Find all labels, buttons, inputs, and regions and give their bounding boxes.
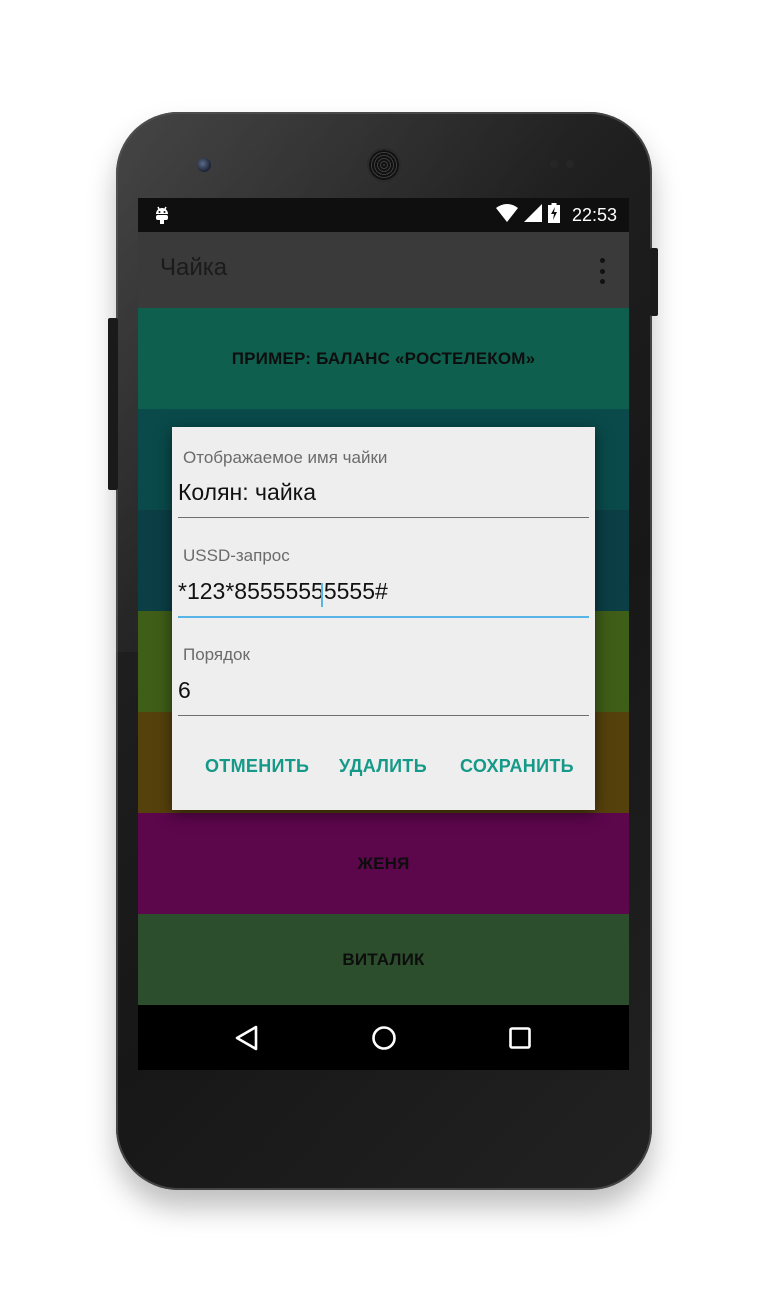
list-item-label: ВИТАЛИК — [342, 949, 425, 969]
back-icon[interactable] — [232, 1023, 262, 1053]
status-time: 22:53 — [571, 204, 617, 225]
order-field-label: Порядок — [183, 645, 250, 664]
list-item[interactable]: ПРИМЕР: БАЛАНС «РОСТЕЛЕКОМ» — [138, 308, 629, 409]
cancel-button[interactable]: ОТМЕНИТЬ — [205, 756, 309, 777]
home-icon[interactable] — [369, 1023, 399, 1053]
proximity-sensor — [550, 160, 558, 168]
navigation-bar — [138, 1005, 629, 1070]
volume-button — [108, 318, 118, 490]
ussd-field-label: USSD-запрос — [183, 546, 290, 565]
name-field-underline — [178, 517, 589, 518]
name-field-label: Отображаемое имя чайки — [183, 448, 388, 467]
light-sensor — [566, 160, 574, 168]
signal-icon — [523, 204, 542, 226]
android-debug-icon — [154, 206, 170, 228]
front-camera — [197, 158, 211, 172]
battery-charging-icon — [547, 203, 560, 227]
app-title: Чайка — [160, 254, 228, 281]
ussd-field[interactable]: *123*85555555555# — [178, 578, 388, 605]
overflow-menu-icon[interactable] — [597, 258, 607, 284]
list-item-label: ЖЕНЯ — [357, 853, 410, 873]
ussd-field-underline — [178, 616, 589, 618]
list-item-label: ПРИМЕР: БАЛАНС «РОСТЕЛЕКОМ» — [231, 348, 536, 368]
name-field[interactable]: Колян: чайка — [178, 479, 316, 506]
delete-button[interactable]: УДАЛИТЬ — [339, 756, 427, 777]
list-item[interactable]: ЖЕНЯ — [138, 813, 629, 914]
app-bar: Чайка — [138, 232, 629, 308]
power-button — [650, 248, 658, 316]
wifi-icon — [495, 204, 518, 226]
edit-chaika-dialog: Отображаемое имя чайки Колян: чайка USSD… — [172, 427, 595, 810]
save-button[interactable]: СОХРАНИТЬ — [460, 756, 574, 777]
order-field-underline — [178, 715, 589, 716]
text-cursor — [321, 583, 323, 607]
list-item[interactable]: ВИТАЛИК — [138, 914, 629, 1005]
status-icons: 22:53 — [495, 198, 617, 232]
status-bar: 22:53 — [138, 198, 629, 232]
order-field[interactable]: 6 — [178, 677, 191, 704]
earpiece-speaker — [369, 150, 399, 180]
recents-icon[interactable] — [505, 1023, 535, 1053]
